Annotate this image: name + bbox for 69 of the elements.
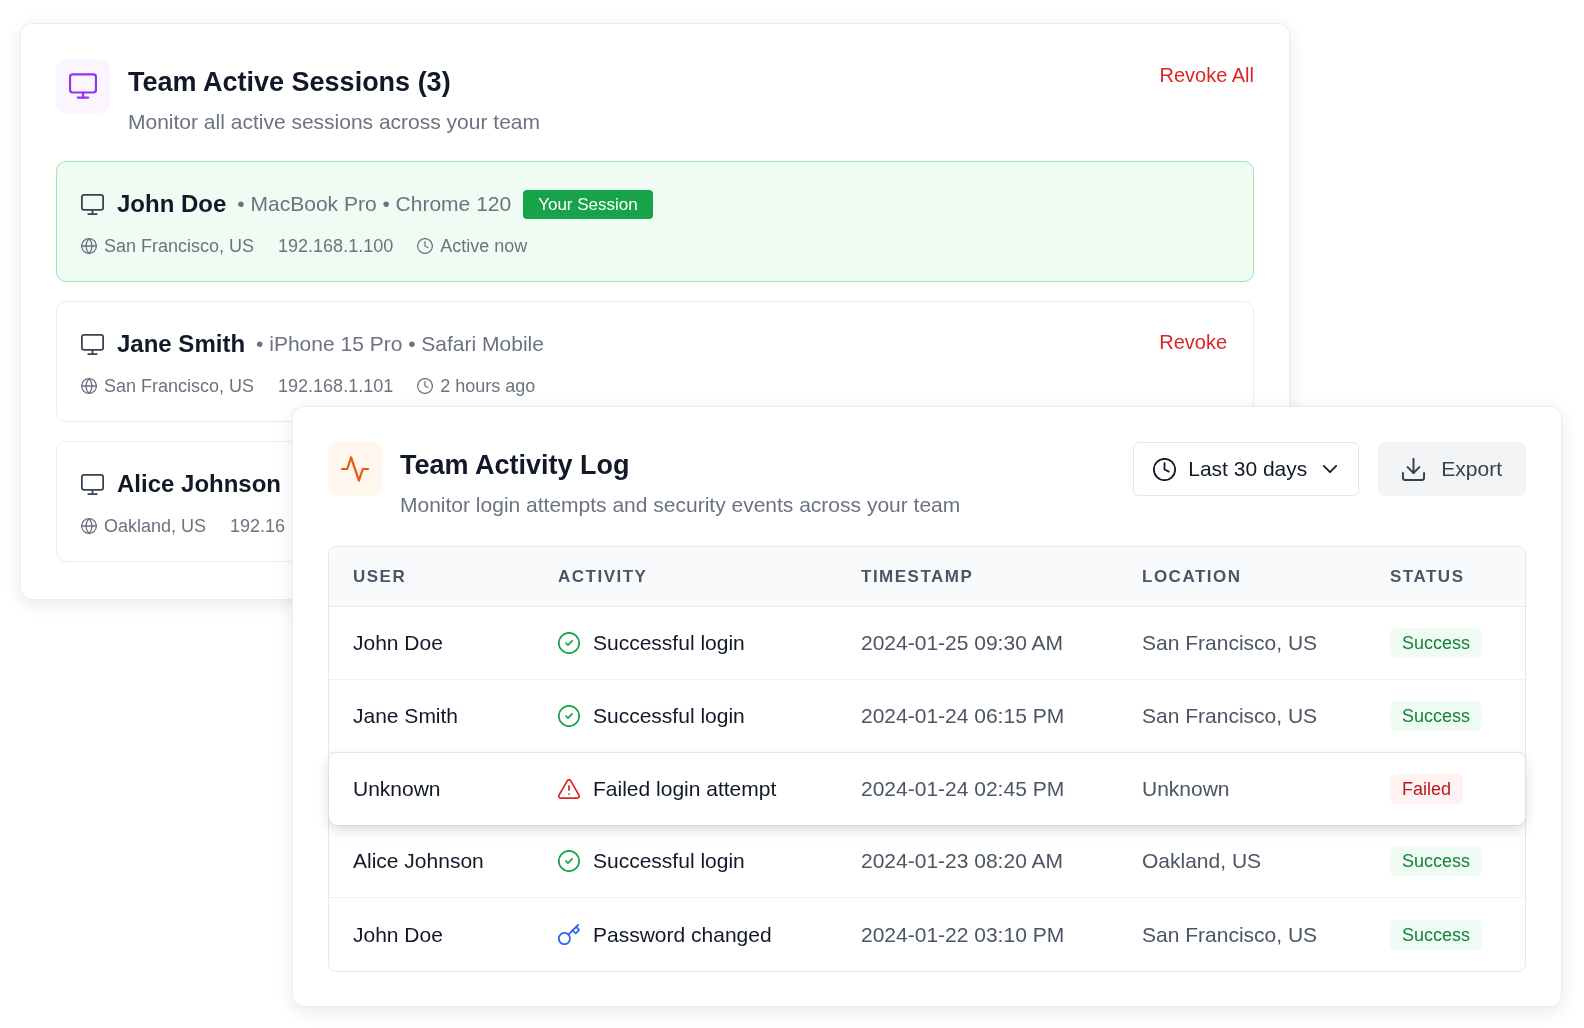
user-name: Jane Smith [117, 330, 246, 358]
last-active: 2 hours ago [440, 375, 536, 397]
table-cell: John Doe [353, 922, 443, 947]
device-info: • MacBook Pro • Chrome 120 [237, 192, 512, 216]
status-badge: Success [1390, 700, 1483, 731]
session-location: San Francisco, US [104, 375, 255, 397]
table-cell: San Francisco, US [1142, 630, 1318, 655]
device-info: • iPhone 15 Pro • Safari Mobile [256, 332, 544, 356]
warning-triangle-icon [558, 778, 580, 800]
ip-address: 192.16 [230, 515, 286, 537]
monitor-icon [81, 193, 104, 215]
globe-icon [81, 378, 97, 394]
revoke-all-link[interactable]: Revoke All [1159, 63, 1254, 87]
globe-icon [81, 238, 97, 254]
table-cell: 2024-01-24 06:15 PM [861, 703, 1065, 728]
panel-subtitle: Monitor all active sessions across your team [128, 110, 540, 134]
table-cell: 2024-01-24 02:45 PM [861, 777, 1065, 801]
table-cell: 2024-01-23 08:20 AM [861, 849, 1063, 874]
key-icon [558, 923, 580, 946]
status-badge: Success [1390, 627, 1483, 658]
table-cell: John Doe [353, 630, 443, 655]
table-cell: Successful login [593, 703, 745, 728]
table-cell: Unknown [353, 777, 441, 801]
column-header: ACTIVITY [558, 566, 648, 587]
clock-icon [417, 378, 434, 394]
column-header: USER [353, 566, 407, 587]
table-cell: Successful login [593, 849, 745, 874]
user-name: John Doe [117, 190, 227, 218]
table-cell: Failed login attempt [593, 777, 777, 801]
table-cell: Successful login [593, 630, 745, 655]
monitor-icon [81, 473, 104, 495]
monitor-icon [56, 59, 110, 113]
date-range-dropdown[interactable]: Last 30 days [1133, 442, 1360, 496]
table-cell: Jane Smith [353, 703, 459, 728]
column-header: LOCATION [1142, 566, 1242, 587]
ip-address: 192.168.1.101 [278, 375, 394, 397]
table-row[interactable]: Unknown Failed login attempt 2024-01-24 02:45 PM Unknown Failed [329, 752, 1525, 826]
download-icon [1402, 457, 1426, 481]
panel-title: Team Active Sessions (3) [128, 66, 451, 98]
chevron-down-icon [1323, 465, 1338, 473]
table-cell: 2024-01-22 03:10 PM [861, 922, 1065, 947]
table-cell: Password changed [593, 922, 772, 947]
current-session-badge: Your Session [523, 189, 653, 219]
session-location: Oakland, US [104, 515, 207, 537]
clock-icon [417, 238, 434, 254]
column-header: TIMESTAMP [861, 566, 974, 587]
table-cell: 2024-01-25 09:30 AM [861, 630, 1063, 655]
status-badge: Success [1390, 919, 1483, 950]
status-badge: Success [1390, 846, 1483, 877]
export-button[interactable]: Export [1378, 442, 1526, 496]
column-header: STATUS [1390, 566, 1465, 587]
monitor-icon [81, 333, 104, 355]
revoke-link[interactable]: Revoke [1159, 327, 1227, 357]
table-cell: San Francisco, US [1142, 703, 1318, 728]
globe-icon [81, 518, 97, 534]
clock-icon [1153, 457, 1177, 481]
panel-title: Team Activity Log [400, 449, 630, 481]
pulse-icon [328, 442, 382, 496]
table-cell: Oakland, US [1142, 849, 1262, 874]
session-location: San Francisco, US [104, 235, 255, 257]
panel-subtitle: Monitor login attempts and security events across your team [400, 493, 961, 517]
user-name: Alice Johnson [117, 470, 282, 498]
table-cell: San Francisco, US [1142, 922, 1318, 947]
table-row[interactable]: Alice Johnson Successful login 2024-01-23 08:20 AM Oakland, US Success [329, 825, 1525, 899]
table-cell: Alice Johnson [353, 849, 484, 874]
ip-address: 192.168.1.100 [278, 235, 394, 257]
table-cell: Unknown [1142, 777, 1230, 801]
last-active: Active now [440, 235, 528, 257]
status-badge: Failed [1390, 774, 1464, 804]
